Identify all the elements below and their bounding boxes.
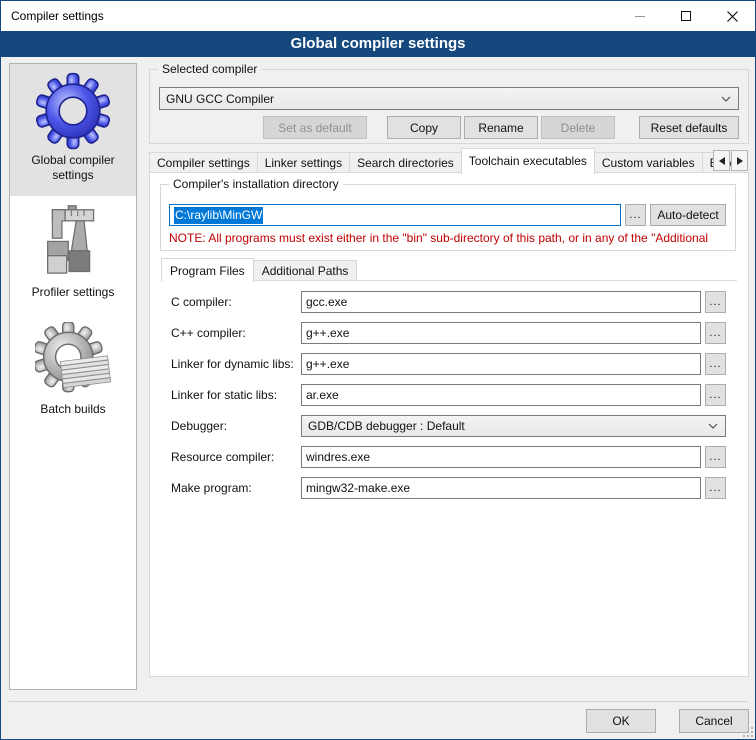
cpp-compiler-browse-button[interactable]: ... bbox=[705, 322, 726, 344]
minimize-icon bbox=[635, 16, 645, 17]
field-label: C compiler: bbox=[171, 291, 301, 313]
field-row-resource-compiler: Resource compiler: ... bbox=[171, 446, 727, 468]
footer-separator bbox=[9, 701, 747, 702]
install-dir-browse-button[interactable]: ... bbox=[625, 204, 646, 226]
field-label: Resource compiler: bbox=[171, 446, 301, 468]
field-row-debugger: Debugger: GDB/CDB debugger : Default bbox=[171, 415, 727, 437]
field-row-dynamic-linker: Linker for dynamic libs: ... bbox=[171, 353, 727, 375]
arrow-left-icon bbox=[719, 157, 725, 165]
selected-compiler-group: Selected compiler GNU GCC Compiler Set a… bbox=[149, 69, 749, 144]
reset-defaults-button[interactable]: Reset defaults bbox=[639, 116, 739, 139]
debugger-select-value: GDB/CDB debugger : Default bbox=[308, 419, 465, 433]
page-title: Global compiler settings bbox=[1, 31, 755, 57]
c-compiler-browse-button[interactable]: ... bbox=[705, 291, 726, 313]
dynamic-linker-browse-button[interactable]: ... bbox=[705, 353, 726, 375]
gear-stack-icon bbox=[14, 320, 132, 400]
install-dir-note: NOTE: All programs must exist either in … bbox=[169, 231, 734, 245]
resource-compiler-browse-button[interactable]: ... bbox=[705, 446, 726, 468]
sidebar-item-label: Batch builds bbox=[14, 402, 132, 417]
close-button[interactable] bbox=[709, 1, 755, 31]
field-row-c-compiler: C compiler: ... bbox=[171, 291, 727, 313]
field-row-make-program: Make program: ... bbox=[171, 477, 727, 499]
tab-linker-settings[interactable]: Linker settings bbox=[257, 152, 350, 173]
cancel-button[interactable]: Cancel bbox=[679, 709, 749, 733]
toolchain-executables-page: Compiler's installation directory C:\ray… bbox=[149, 172, 749, 677]
tab-scroll-left-button[interactable] bbox=[713, 150, 730, 171]
ok-button[interactable]: OK bbox=[586, 709, 656, 733]
copy-button[interactable]: Copy bbox=[387, 116, 461, 139]
maximize-icon bbox=[681, 11, 691, 21]
tab-search-directories[interactable]: Search directories bbox=[349, 152, 462, 173]
window-title: Compiler settings bbox=[1, 9, 104, 23]
field-label: Make program: bbox=[171, 477, 301, 499]
sidebar-item-batch-builds[interactable]: Batch builds bbox=[10, 313, 136, 430]
close-icon bbox=[727, 11, 738, 22]
program-files-tab-bar: Program Files Additional Paths bbox=[161, 257, 356, 281]
program-files-page: C compiler: ... C++ compiler: ... Linker… bbox=[161, 280, 737, 499]
caliper-icon bbox=[14, 203, 132, 283]
compiler-select-value: GNU GCC Compiler bbox=[166, 92, 274, 106]
auto-detect-button[interactable]: Auto-detect bbox=[650, 204, 726, 226]
blue-gear-icon bbox=[14, 71, 132, 151]
field-label: Linker for dynamic libs: bbox=[171, 353, 301, 375]
install-dir-selected-text: C:\raylib\MinGW bbox=[174, 207, 263, 224]
install-dir-input[interactable]: C:\raylib\MinGW bbox=[169, 204, 621, 226]
titlebar: Compiler settings bbox=[1, 1, 755, 31]
set-as-default-button[interactable]: Set as default bbox=[263, 116, 367, 139]
tab-compiler-settings[interactable]: Compiler settings bbox=[149, 152, 258, 173]
chevron-down-icon bbox=[721, 96, 731, 102]
field-row-cpp-compiler: C++ compiler: ... bbox=[171, 322, 727, 344]
rename-button[interactable]: Rename bbox=[464, 116, 538, 139]
settings-category-list: Global compiler settings bbox=[9, 63, 137, 690]
maximize-button[interactable] bbox=[663, 1, 709, 31]
compiler-buttons-row: Set as default Copy Rename Delete Reset … bbox=[263, 116, 739, 139]
field-label: C++ compiler: bbox=[171, 322, 301, 344]
installation-directory-row: C:\raylib\MinGW ... Auto-detect bbox=[169, 204, 734, 226]
dynamic-linker-input[interactable] bbox=[301, 353, 701, 375]
sidebar-item-profiler-settings[interactable]: Profiler settings bbox=[10, 196, 136, 313]
window-controls bbox=[617, 1, 755, 31]
arrow-right-icon bbox=[737, 157, 743, 165]
tab-program-files[interactable]: Program Files bbox=[161, 258, 254, 282]
field-label: Linker for static libs: bbox=[171, 384, 301, 406]
sidebar-item-label: Profiler settings bbox=[14, 285, 132, 300]
cpp-compiler-input[interactable] bbox=[301, 322, 701, 344]
debugger-select[interactable]: GDB/CDB debugger : Default bbox=[301, 415, 726, 437]
group-label: Selected compiler bbox=[158, 62, 261, 76]
compiler-settings-dialog: Compiler settings Global compiler settin… bbox=[0, 0, 756, 740]
tab-toolchain-executables[interactable]: Toolchain executables bbox=[461, 148, 595, 174]
installation-directory-group: Compiler's installation directory C:\ray… bbox=[160, 184, 736, 251]
group-label: Compiler's installation directory bbox=[169, 177, 343, 191]
sidebar-item-global-compiler-settings[interactable]: Global compiler settings bbox=[10, 64, 136, 196]
tab-scrollers bbox=[712, 150, 748, 171]
resize-grip[interactable] bbox=[743, 727, 753, 737]
compiler-select[interactable]: GNU GCC Compiler bbox=[159, 87, 739, 110]
tab-scroll-right-button[interactable] bbox=[731, 150, 748, 171]
field-label: Debugger: bbox=[171, 415, 301, 437]
delete-button[interactable]: Delete bbox=[541, 116, 615, 139]
static-linker-input[interactable] bbox=[301, 384, 701, 406]
make-program-browse-button[interactable]: ... bbox=[705, 477, 726, 499]
c-compiler-input[interactable] bbox=[301, 291, 701, 313]
tab-additional-paths[interactable]: Additional Paths bbox=[253, 260, 358, 281]
settings-tab-bar: Compiler settings Linker settings Search… bbox=[149, 147, 749, 173]
tab-custom-variables[interactable]: Custom variables bbox=[594, 152, 703, 173]
field-row-static-linker: Linker for static libs: ... bbox=[171, 384, 727, 406]
minimize-button[interactable] bbox=[617, 1, 663, 31]
make-program-input[interactable] bbox=[301, 477, 701, 499]
sidebar-item-label: Global compiler settings bbox=[14, 153, 132, 183]
chevron-down-icon bbox=[708, 423, 718, 429]
resource-compiler-input[interactable] bbox=[301, 446, 701, 468]
static-linker-browse-button[interactable]: ... bbox=[705, 384, 726, 406]
